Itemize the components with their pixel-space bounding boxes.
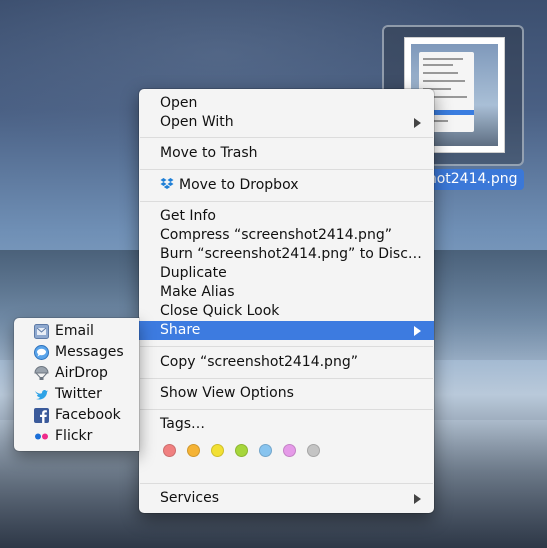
menu-item-move-to-dropbox-label: Move to Dropbox: [179, 177, 299, 193]
messages-icon: [34, 345, 49, 360]
menu-separator: [140, 378, 433, 379]
tag-purple-dot[interactable]: [283, 444, 296, 457]
menu-separator: [140, 137, 433, 138]
submenu-arrow-icon: [414, 118, 421, 128]
share-item-airdrop-label: AirDrop: [55, 365, 108, 381]
submenu-arrow-icon: [414, 494, 421, 504]
menu-item-tags[interactable]: Tags…: [139, 415, 434, 434]
dropbox-icon: [160, 178, 174, 189]
tag-green-dot[interactable]: [235, 444, 248, 457]
share-item-email[interactable]: Email: [14, 321, 139, 342]
menu-item-services[interactable]: Services: [139, 489, 434, 508]
share-item-facebook-label: Facebook: [55, 407, 121, 423]
menu-item-share[interactable]: Share: [139, 321, 434, 340]
share-submenu: Email Messages AirDrop Twitter Facebook: [14, 318, 139, 451]
menu-item-move-to-trash[interactable]: Move to Trash: [139, 144, 434, 163]
flickr-icon: [35, 433, 48, 440]
menu-item-open-with[interactable]: Open With: [139, 113, 434, 132]
context-menu: Open Open With Move to Trash Move to Dro…: [139, 89, 434, 513]
menu-item-burn[interactable]: Burn “screenshot2414.png” to Disc…: [139, 245, 434, 264]
menu-separator: [140, 169, 433, 170]
menu-separator: [140, 346, 433, 347]
menu-separator: [140, 201, 433, 202]
facebook-icon: [34, 408, 49, 423]
menu-item-make-alias[interactable]: Make Alias: [139, 283, 434, 302]
menu-item-open-with-label: Open With: [160, 114, 234, 130]
share-item-messages-label: Messages: [55, 344, 124, 360]
airdrop-icon: [34, 366, 49, 380]
tag-gray-dot[interactable]: [307, 444, 320, 457]
share-item-flickr[interactable]: Flickr: [14, 426, 139, 447]
tag-red-dot[interactable]: [163, 444, 176, 457]
menu-item-open[interactable]: Open: [139, 94, 434, 113]
menu-item-share-label: Share: [160, 322, 201, 338]
menu-item-duplicate[interactable]: Duplicate: [139, 264, 434, 283]
share-item-flickr-label: Flickr: [55, 428, 93, 444]
share-item-messages[interactable]: Messages: [14, 342, 139, 363]
share-item-twitter-label: Twitter: [55, 386, 102, 402]
menu-item-show-view-options[interactable]: Show View Options: [139, 384, 434, 403]
tag-yellow-dot[interactable]: [211, 444, 224, 457]
menu-item-copy[interactable]: Copy “screenshot2414.png”: [139, 353, 434, 372]
share-item-facebook[interactable]: Facebook: [14, 405, 139, 426]
share-item-twitter[interactable]: Twitter: [14, 384, 139, 405]
menu-item-get-info[interactable]: Get Info: [139, 207, 434, 226]
menu-separator: [140, 483, 433, 484]
share-item-email-label: Email: [55, 323, 94, 339]
submenu-arrow-icon: [414, 326, 421, 336]
tag-orange-dot[interactable]: [187, 444, 200, 457]
share-item-airdrop[interactable]: AirDrop: [14, 363, 139, 384]
tag-blue-dot[interactable]: [259, 444, 272, 457]
twitter-icon: [35, 389, 48, 400]
menu-item-compress[interactable]: Compress “screenshot2414.png”: [139, 226, 434, 245]
email-icon: [34, 324, 49, 339]
menu-separator: [140, 409, 433, 410]
menu-item-move-to-dropbox[interactable]: Move to Dropbox: [139, 176, 434, 195]
menu-item-services-label: Services: [160, 490, 220, 506]
menu-item-close-quick-look[interactable]: Close Quick Look: [139, 302, 434, 321]
